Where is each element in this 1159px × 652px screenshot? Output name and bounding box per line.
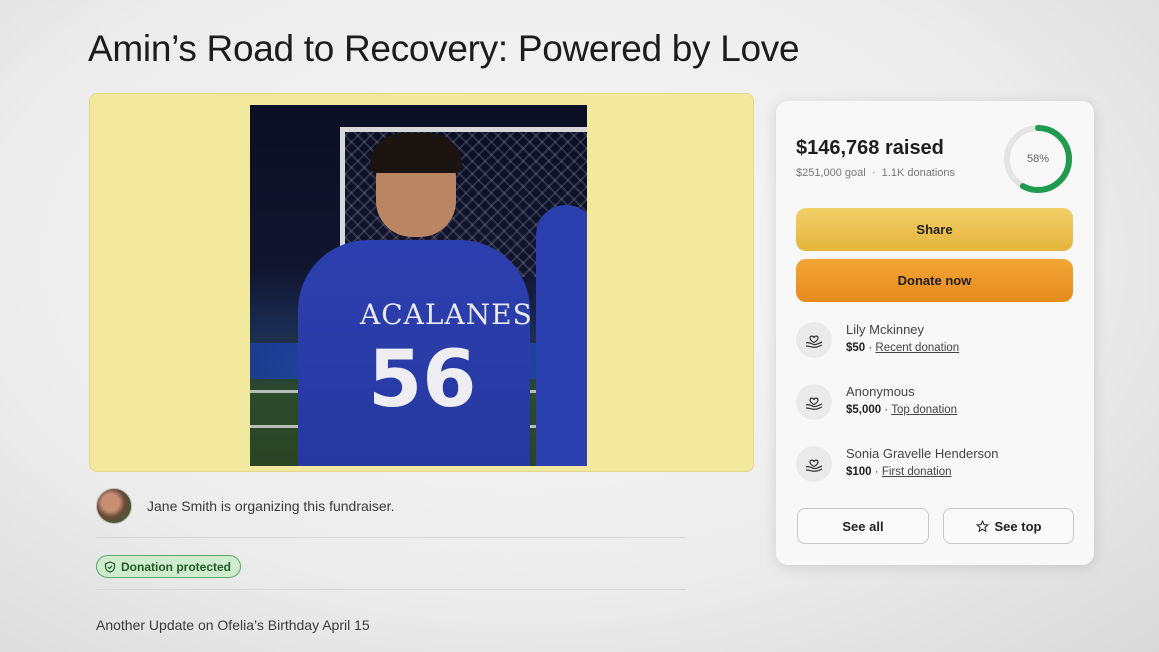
progress-percent: 58% <box>1026 153 1050 165</box>
see-top-button[interactable]: See top <box>943 508 1074 544</box>
goal-line: $251,000 goal · 1.1K donations <box>796 167 955 179</box>
donor-amount: $5,000 <box>846 404 882 416</box>
divider <box>96 537 686 538</box>
donor-item: Lily Mckinney $50 · Recent donation <box>796 322 959 358</box>
organizer-text: Jane Smith is organizing this fundraiser… <box>147 498 395 514</box>
badge-label: Donation protected <box>121 559 231 574</box>
donations-count: 1.1K donations <box>881 167 956 179</box>
donor-name: Anonymous <box>846 384 915 399</box>
hero-photo: ACALANES 56 <box>250 105 587 466</box>
donor-amount: $100 <box>846 466 872 478</box>
teammate-arm <box>536 205 587 466</box>
star-icon <box>975 519 989 532</box>
heart-hand-icon <box>796 384 832 420</box>
organizer-avatar[interactable] <box>96 488 132 524</box>
heart-hand-icon <box>796 322 832 358</box>
donor-tag-link[interactable]: Recent donation <box>875 342 959 354</box>
donor-name: Lily Mckinney <box>846 322 925 337</box>
goal-amount: $251,000 goal <box>796 167 866 179</box>
separator-dot: · <box>871 167 876 179</box>
donor-item: Anonymous $5,000 · Top donation <box>796 384 957 420</box>
organizer-row: Jane Smith is organizing this fundraiser… <box>96 488 394 524</box>
donor-tag-link[interactable]: First donation <box>882 466 952 478</box>
jersey-number: 56 <box>368 335 477 425</box>
hero-media: ACALANES 56 <box>89 93 754 472</box>
update-title[interactable]: Another Update on Ofelia’s Birthday Apri… <box>96 617 370 633</box>
donation-card: $146,768 raised $251,000 goal · 1.1K don… <box>776 101 1094 565</box>
donate-now-button[interactable]: Donate now <box>796 259 1073 302</box>
see-all-label: See all <box>842 518 884 534</box>
page-title: Amin’s Road to Recovery: Powered by Love <box>88 28 800 69</box>
donor-name: Sonia Gravelle Henderson <box>846 446 999 461</box>
shield-check-icon <box>104 560 116 573</box>
see-all-button[interactable]: See all <box>797 508 929 544</box>
divider <box>96 589 686 590</box>
donation-protected-badge[interactable]: Donation protected <box>96 555 241 578</box>
player-hair <box>370 133 462 173</box>
see-top-label: See top <box>994 518 1042 534</box>
donor-amount: $50 <box>846 342 866 354</box>
donor-item: Sonia Gravelle Henderson $100 · First do… <box>796 446 998 482</box>
amount-raised: $146,768 raised <box>796 137 944 159</box>
jersey-text: ACALANES <box>360 298 533 331</box>
donor-tag-link[interactable]: Top donation <box>891 404 957 416</box>
share-button[interactable]: Share <box>796 208 1073 251</box>
heart-hand-icon <box>796 446 832 482</box>
